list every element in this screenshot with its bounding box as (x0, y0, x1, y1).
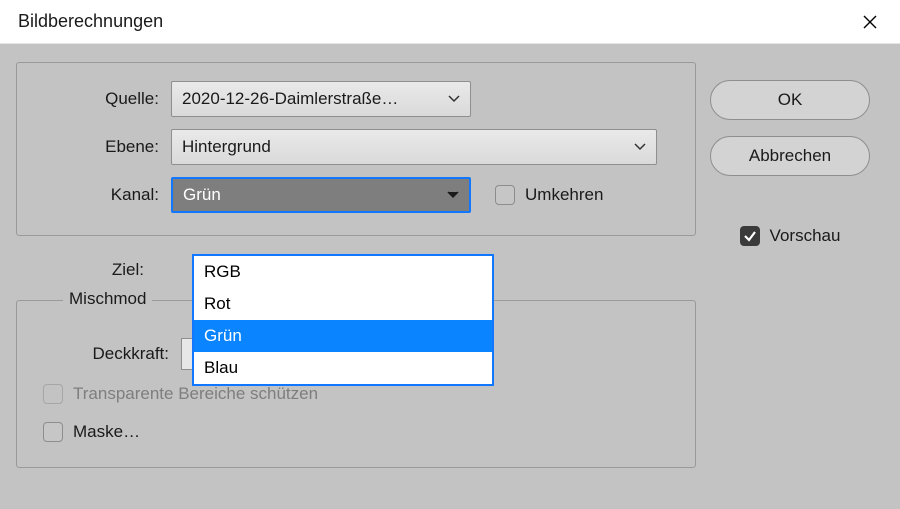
chevron-down-icon (448, 95, 460, 103)
channel-option-rot[interactable]: Rot (194, 288, 492, 320)
channel-dropdown-list: RGB Rot Grün Blau (192, 254, 494, 386)
channel-label: Kanal: (31, 185, 171, 205)
transparent-protect-checkbox (43, 384, 63, 404)
left-column: Quelle: 2020-12-26-Daimlerstraße… Ebene:… (16, 62, 696, 497)
ok-button[interactable]: OK (710, 80, 870, 120)
mix-legend: Mischmod (63, 289, 152, 309)
transparent-protect-label: Transparente Bereiche schützen (73, 384, 318, 404)
channel-value: Grün (183, 185, 221, 205)
channel-dropdown[interactable]: Grün (171, 177, 471, 213)
source-value: 2020-12-26-Daimlerstraße… (182, 89, 398, 109)
opacity-label: Deckkraft: (31, 344, 181, 364)
source-group: Quelle: 2020-12-26-Daimlerstraße… Ebene:… (16, 62, 696, 236)
dialog-body: Quelle: 2020-12-26-Daimlerstraße… Ebene:… (0, 44, 900, 509)
close-button[interactable] (854, 10, 886, 34)
preview-checkbox[interactable] (740, 226, 760, 246)
layer-value: Hintergrund (182, 137, 271, 157)
mask-checkbox[interactable] (43, 422, 63, 442)
preview-label: Vorschau (770, 226, 841, 246)
layer-label: Ebene: (31, 137, 171, 157)
cancel-button[interactable]: Abbrechen (710, 136, 870, 176)
target-label: Ziel: (16, 260, 156, 280)
mask-label: Maske… (73, 422, 140, 442)
invert-label: Umkehren (525, 185, 603, 205)
chevron-down-icon (447, 191, 459, 199)
channel-option-rgb[interactable]: RGB (194, 256, 492, 288)
chevron-down-icon (634, 143, 646, 151)
invert-checkbox[interactable] (495, 185, 515, 205)
source-label: Quelle: (31, 89, 171, 109)
right-column: OK Abbrechen Vorschau (696, 62, 884, 497)
channel-option-gruen[interactable]: Grün (194, 320, 492, 352)
source-dropdown[interactable]: 2020-12-26-Daimlerstraße… (171, 81, 471, 117)
dialog-title: Bildberechnungen (18, 11, 163, 32)
titlebar: Bildberechnungen (0, 0, 900, 44)
layer-dropdown[interactable]: Hintergrund (171, 129, 657, 165)
channel-option-blau[interactable]: Blau (194, 352, 492, 384)
